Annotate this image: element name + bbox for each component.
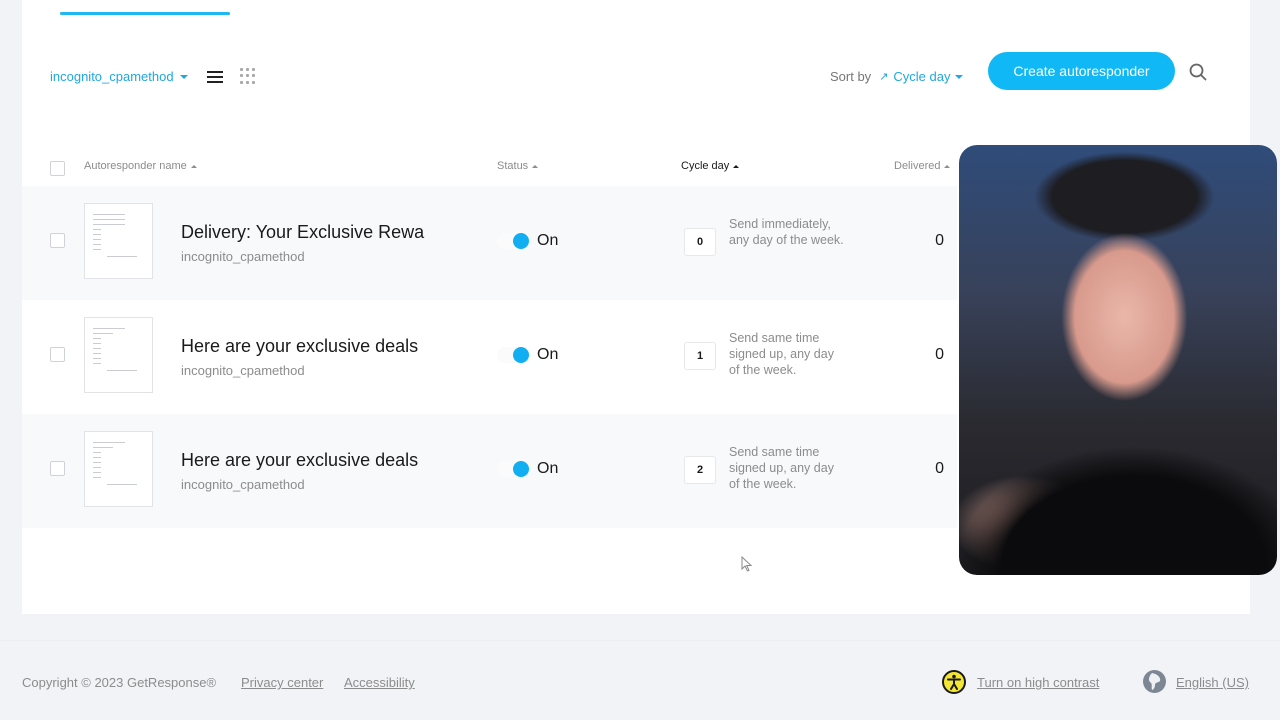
sort-selector[interactable]: ↗ Cycle day: [879, 69, 964, 84]
autoresponder-list: incognito_cpamethod: [181, 363, 305, 378]
webcam-overlay: [959, 145, 1277, 575]
cycle-description: Send same time signed up, any day of the…: [729, 445, 834, 491]
accessibility-icon[interactable]: [942, 670, 966, 694]
message-thumbnail[interactable]: [84, 317, 153, 393]
status-toggle[interactable]: [497, 233, 529, 249]
column-header-status[interactable]: Status: [497, 160, 539, 172]
cycle-day-number: 2: [696, 464, 704, 476]
footer: Copyright © 2023 GetResponse® Privacy ce…: [0, 640, 1280, 720]
globe-icon[interactable]: [1143, 670, 1166, 693]
tab-active-indicator: [60, 12, 230, 15]
delivered-count: 0: [935, 346, 944, 363]
table-row[interactable]: Delivery: Your Exclusive Rewa incognito_…: [22, 186, 957, 300]
calendar-icon: 2: [684, 456, 716, 484]
sort-by: Sort by ↗ Cycle day: [830, 69, 964, 84]
message-thumbnail[interactable]: [84, 203, 153, 279]
list-selector[interactable]: incognito_cpamethod: [50, 69, 188, 84]
calendar-icon: 0: [684, 228, 716, 256]
arrow-up-right-icon: ↗: [879, 71, 889, 83]
column-header-delivered[interactable]: Delivered: [894, 160, 951, 172]
column-header-cycle-day[interactable]: Cycle day: [681, 160, 740, 172]
autoresponder-name[interactable]: Here are your exclusive deals: [181, 450, 451, 471]
status-toggle[interactable]: [497, 461, 529, 477]
cycle-description: Send same time signed up, any day of the…: [729, 331, 834, 377]
create-autoresponder-button[interactable]: Create autoresponder: [988, 52, 1175, 90]
sort-icon: [190, 164, 197, 168]
grid-view-icon[interactable]: [240, 68, 256, 84]
sort-icon: [532, 164, 539, 168]
autoresponder-list: incognito_cpamethod: [181, 477, 305, 492]
column-label: Autoresponder name: [84, 160, 187, 172]
cycle-day-number: 0: [696, 236, 704, 248]
search-icon[interactable]: [1188, 62, 1208, 82]
table-row[interactable]: Here are your exclusive deals incognito_…: [22, 414, 957, 528]
list-selector-label: incognito_cpamethod: [50, 69, 174, 84]
status-label: On: [537, 232, 559, 249]
autoresponder-name[interactable]: Delivery: Your Exclusive Rewa: [181, 222, 451, 243]
column-label: Delivered: [894, 160, 941, 172]
autoresponder-name[interactable]: Here are your exclusive deals: [181, 336, 451, 357]
sort-by-label: Sort by: [830, 69, 872, 84]
status-label: On: [537, 460, 559, 477]
chevron-down-icon: [179, 74, 188, 79]
column-label: Cycle day: [681, 160, 730, 172]
column-header-name[interactable]: Autoresponder name: [84, 160, 197, 172]
autoresponders-table: Autoresponder name Status Cycle day Deli…: [22, 148, 957, 528]
list-view-icon[interactable]: [207, 71, 223, 83]
toolbar: incognito_cpamethod Sort by ↗ Cycle day …: [22, 52, 1250, 102]
table-header: Autoresponder name Status Cycle day Deli…: [22, 148, 957, 186]
row-checkbox[interactable]: [50, 233, 65, 248]
delivered-count: 0: [935, 460, 944, 477]
table-row[interactable]: Here are your exclusive deals incognito_…: [22, 300, 957, 414]
chevron-down-icon: [955, 74, 964, 79]
autoresponder-list: incognito_cpamethod: [181, 249, 305, 264]
column-label: Status: [497, 160, 529, 172]
high-contrast-link[interactable]: Turn on high contrast: [977, 675, 1099, 690]
accessibility-link[interactable]: Accessibility: [344, 675, 415, 690]
row-checkbox[interactable]: [50, 461, 65, 476]
calendar-icon: 1: [684, 342, 716, 370]
copyright: Copyright © 2023 GetResponse®: [22, 675, 217, 690]
cycle-description: Send immediately, any day of the week.: [729, 217, 844, 247]
sort-icon: [944, 164, 951, 168]
language-link[interactable]: English (US): [1176, 675, 1249, 690]
select-all-checkbox[interactable]: [50, 161, 65, 176]
privacy-center-link[interactable]: Privacy center: [241, 675, 323, 690]
message-thumbnail[interactable]: [84, 431, 153, 507]
delivered-count: 0: [935, 232, 944, 249]
sort-icon: [733, 164, 740, 168]
row-checkbox[interactable]: [50, 347, 65, 362]
cycle-day-number: 1: [696, 350, 704, 362]
status-label: On: [537, 346, 559, 363]
sort-value: Cycle day: [893, 69, 951, 84]
mouse-cursor-icon: [741, 555, 753, 577]
status-toggle[interactable]: [497, 347, 529, 363]
